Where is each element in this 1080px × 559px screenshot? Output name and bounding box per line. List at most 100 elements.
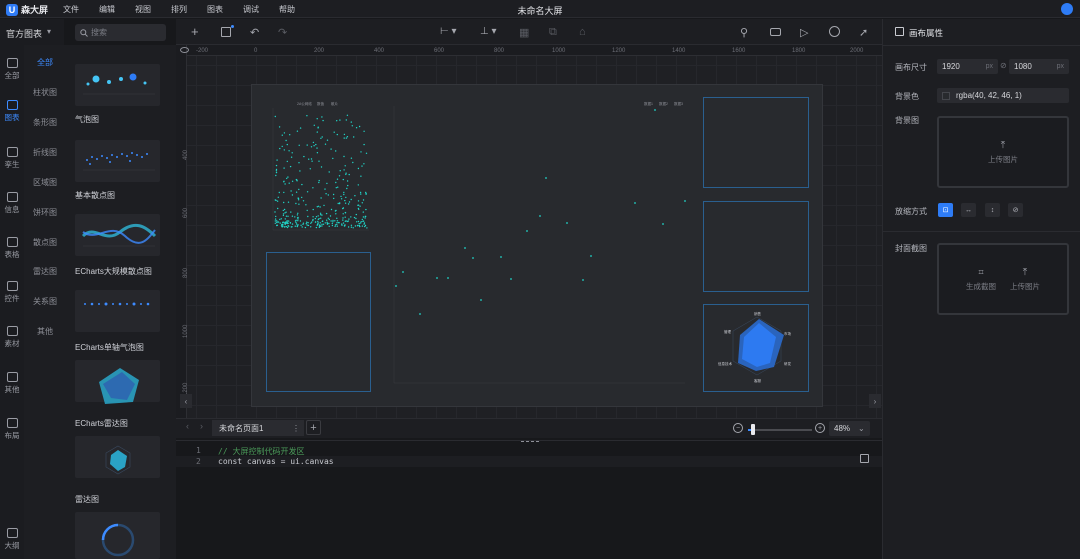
copy-icon[interactable]: ⧉	[549, 26, 557, 39]
bg-image-upload[interactable]: ⤒ 上传图片	[937, 116, 1069, 188]
panel-title[interactable]: 官方图表	[6, 27, 42, 40]
zoom-select[interactable]: 48% ⌄	[829, 421, 870, 436]
rail-item-all[interactable]: 全部	[0, 58, 24, 88]
component-thumb-gauge[interactable]	[75, 512, 160, 559]
category-pie[interactable]: 饼环图	[28, 207, 62, 218]
category-scatter[interactable]: 散点图	[28, 237, 62, 248]
component-thumb-radar[interactable]	[75, 436, 160, 478]
widget-large-scatter[interactable]: 数据1 数据2 数据3	[380, 98, 696, 396]
menu-debug[interactable]: 调试	[243, 4, 259, 15]
empty-widget-frame[interactable]	[266, 252, 371, 392]
zoom-slider-thumb[interactable]	[751, 424, 755, 435]
document-title-text[interactable]: 未命名大屏	[517, 6, 562, 16]
rail-item-twin[interactable]: 孪生	[0, 147, 24, 177]
rail-item-other[interactable]: 其他	[0, 372, 24, 402]
distribute-icon[interactable]: ⊥ ▾	[480, 26, 497, 37]
redo-icon[interactable]: ↷	[278, 26, 287, 39]
upload-icon[interactable]	[829, 26, 840, 37]
canvas-width-field[interactable]: 1920 px	[937, 59, 998, 74]
link-icon[interactable]: ⊘	[1000, 61, 1007, 70]
component-thumb-big-scatter[interactable]	[75, 214, 160, 256]
scatter-point	[297, 224, 299, 226]
component-label[interactable]: 气泡图	[75, 114, 99, 125]
save-icon[interactable]	[221, 27, 231, 37]
page-next-icon[interactable]: ›	[200, 421, 203, 431]
category-area[interactable]: 区域图	[28, 177, 62, 188]
scroll-right-arrow[interactable]: ›	[869, 394, 881, 408]
undo-icon[interactable]: ↶	[250, 26, 259, 39]
scroll-left-arrow[interactable]: ‹	[180, 394, 192, 408]
rail-label: 图表	[4, 113, 20, 122]
component-label[interactable]: 基本散点图	[75, 190, 115, 201]
add-page-button[interactable]: +	[306, 420, 321, 435]
category-radar[interactable]: 雷达图	[28, 266, 62, 277]
component-thumb-scatter[interactable]	[75, 140, 160, 182]
send-icon[interactable]: ➚	[859, 26, 868, 39]
group-icon[interactable]: ▦	[519, 26, 529, 39]
page-more-icon[interactable]: ⋮	[292, 424, 300, 433]
zoom-in-icon[interactable]: +	[815, 423, 825, 433]
widget-small-scatter[interactable]: 2A公网络 数值 散片	[265, 98, 371, 238]
component-thumb-bubble[interactable]	[75, 64, 160, 106]
camera-icon[interactable]	[770, 28, 781, 36]
component-thumb-echarts-radar[interactable]	[75, 360, 160, 404]
component-label[interactable]: 雷达图	[75, 494, 99, 505]
menu-help[interactable]: 帮助	[279, 4, 295, 15]
menu-file[interactable]: 文件	[63, 4, 79, 15]
widget-radar[interactable]: 销售 管理 信息技术 客服 研发 市场	[703, 304, 809, 392]
menu-view[interactable]: 视图	[135, 4, 151, 15]
menu-arrange[interactable]: 排列	[171, 4, 187, 15]
category-bar[interactable]: 柱状图	[28, 87, 62, 98]
page-tab[interactable]: 未命名页面1 ⋮	[212, 420, 304, 436]
code-line[interactable]: const canvas = ui.canvas	[218, 457, 334, 466]
rail-item-table[interactable]: 表格	[0, 237, 24, 267]
category-hbar[interactable]: 条形图	[28, 117, 62, 128]
empty-widget-frame[interactable]	[703, 201, 809, 292]
zoom-out-icon[interactable]: −	[733, 423, 743, 433]
generate-screenshot-button[interactable]: ⌗ 生成截图	[966, 267, 996, 292]
category-line[interactable]: 折线图	[28, 147, 62, 158]
resize-handle[interactable]	[521, 441, 539, 443]
scale-none-button[interactable]: ⊘	[1008, 203, 1023, 217]
search-input[interactable]	[91, 28, 151, 37]
component-label[interactable]: ECharts雷达图	[75, 418, 128, 429]
menu-edit[interactable]: 编辑	[99, 4, 115, 15]
rail-item-control[interactable]: 控件	[0, 281, 24, 311]
category-other[interactable]: 其他	[28, 326, 62, 337]
play-icon[interactable]: ▷	[800, 26, 808, 39]
chevron-down-icon[interactable]: ▾	[47, 27, 51, 36]
bg-color-field[interactable]: rgba(40, 42, 46, 1)	[937, 88, 1069, 103]
search-box[interactable]	[75, 24, 166, 41]
app-logo[interactable]: U 森大屏	[6, 3, 48, 16]
rail-item-charts[interactable]: 图表	[0, 100, 24, 130]
component-label[interactable]: ECharts单轴气泡图	[75, 342, 144, 353]
scale-height-button[interactable]: ↕	[985, 203, 1000, 217]
rail-item-info[interactable]: 信息	[0, 192, 24, 222]
zoom-slider[interactable]	[748, 429, 812, 431]
avatar[interactable]	[1061, 3, 1073, 15]
user-icon[interactable]: ⚲	[740, 26, 748, 39]
scatter-point	[360, 222, 362, 224]
page-prev-icon[interactable]: ‹	[186, 421, 189, 431]
scale-width-button[interactable]: ↔	[961, 203, 976, 217]
component-thumb-single-axis[interactable]	[75, 290, 160, 332]
empty-widget-frame[interactable]	[703, 97, 809, 188]
external-link-icon[interactable]	[860, 454, 869, 463]
rail-item-layout[interactable]: 布局	[0, 418, 24, 448]
component-label[interactable]: ECharts大规模散点图	[75, 266, 152, 277]
rail-item-outline[interactable]: 大纲	[0, 528, 24, 558]
add-icon[interactable]: +	[191, 24, 199, 39]
small-scatter-chart: 2A公网络 数值 散片	[272, 101, 369, 231]
category-all[interactable]: 全部	[28, 57, 62, 68]
code-line[interactable]: // 大屏控制代码开发区	[218, 446, 304, 457]
upload-cover-button[interactable]: ⤒ 上传图片	[1010, 267, 1040, 292]
color-swatch[interactable]	[942, 91, 950, 100]
scale-fit-button[interactable]: ⊡	[938, 203, 953, 217]
canvas-height-field[interactable]: 1080 px	[1009, 59, 1069, 74]
lock-icon[interactable]: ⌂	[579, 26, 586, 38]
align-icon[interactable]: ⊢ ▾	[440, 26, 457, 37]
rail-item-material[interactable]: 素材	[0, 326, 24, 356]
category-relation[interactable]: 关系图	[28, 296, 62, 307]
eye-icon[interactable]	[180, 47, 189, 53]
menu-chart[interactable]: 图表	[207, 4, 223, 15]
